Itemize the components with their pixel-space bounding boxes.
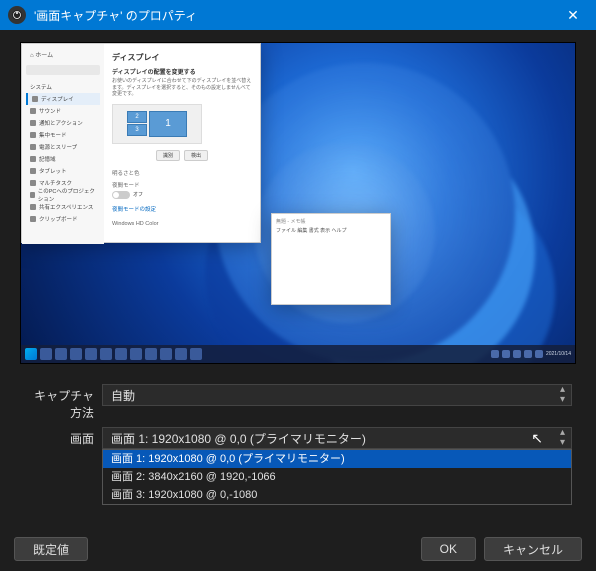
nav-display: ディスプレイ [26, 93, 100, 105]
nav-clipboard: クリップボード [26, 213, 100, 225]
detect-button: 検出 [184, 150, 208, 161]
brightness-label: 明るさと色 [112, 169, 252, 177]
taskbar: 2021/10/14 [21, 345, 575, 363]
night-link: 夜間モードの設定 [112, 205, 252, 213]
settings-title: ディスプレイ [112, 52, 252, 63]
taskbar-icon [160, 348, 172, 360]
tray-icon [491, 350, 499, 358]
nav-sound: サウンド [26, 105, 100, 117]
window-titlebar: '画面キャプチャ' のプロパティ ✕ [0, 0, 596, 30]
taskbar-icon [70, 348, 82, 360]
taskbar-icon [100, 348, 112, 360]
nav-power: 電源とスリープ [26, 141, 100, 153]
settings-subtitle: ディスプレイの配置を変更する [112, 67, 252, 76]
capture-method-select[interactable]: 自動 ▴▾ [102, 384, 572, 406]
capture-method-label: キャプチャ方法 [24, 384, 102, 421]
chevron-updown-icon: ▴▾ [560, 385, 565, 405]
screen-select[interactable]: 画面 1: 1920x1080 @ 0,0 (プライマリモニター) ▴▾ ↖ [102, 427, 572, 449]
screen-value: 画面 1: 1920x1080 @ 0,0 (プライマリモニター) [111, 430, 366, 447]
window-title: '画面キャプチャ' のプロパティ [34, 7, 558, 24]
monitor-2: 2 [127, 111, 147, 123]
settings-main: ディスプレイ ディスプレイの配置を変更する お使いのディスプレイに合わせて下のデ… [104, 44, 260, 242]
nav-notifications: 通知とアクション [26, 117, 100, 129]
nav-system: システム [26, 81, 100, 93]
taskbar-clock: 2021/10/14 [546, 351, 571, 357]
cursor-icon: ↖ [531, 430, 543, 447]
taskbar-icon [115, 348, 127, 360]
taskbar-icon [145, 348, 157, 360]
nav-project: このPCへのプロジェクション [26, 189, 100, 201]
tray-icon [535, 350, 543, 358]
obs-app-icon [8, 6, 26, 24]
taskbar-icon [130, 348, 142, 360]
nav-tablet: タブレット [26, 165, 100, 177]
taskbar-icon [40, 348, 52, 360]
hdcolor-label: Windows HD Color [112, 221, 252, 227]
settings-sidebar: ⌂ ホーム システム ディスプレイ サウンド 通知とアクション 集中モード 電源… [22, 44, 104, 244]
notepad-menu: ファイル 編集 書式 表示 ヘルプ [276, 227, 386, 234]
settings-desc: お使いのディスプレイに合わせて下のディスプレイを並べ替えます。ディスプレイを選択… [112, 78, 252, 98]
cancel-button[interactable]: キャンセル [484, 537, 582, 561]
start-icon [25, 348, 37, 360]
property-fields: キャプチャ方法 自動 ▴▾ 画面 画面 1: 1920x1080 @ 0,0 (… [12, 380, 584, 515]
ok-button[interactable]: OK [421, 537, 476, 561]
tray-icon [502, 350, 510, 358]
notepad-titlebar: 無題 - メモ帳 [276, 218, 386, 225]
capture-preview: ⌂ ホーム システム ディスプレイ サウンド 通知とアクション 集中モード 電源… [20, 42, 576, 364]
screen-option-2[interactable]: 画面 2: 3840x2160 @ 1920,-1066 [103, 468, 571, 486]
close-button[interactable]: ✕ [558, 7, 588, 24]
taskbar-icon [190, 348, 202, 360]
tray-icon [513, 350, 521, 358]
taskbar-icon [175, 348, 187, 360]
settings-user: ⌂ ホーム [26, 50, 100, 59]
nav-focus: 集中モード [26, 129, 100, 141]
taskbar-icon [85, 348, 97, 360]
settings-search [26, 65, 100, 75]
screen-dropdown-list: 画面 1: 1920x1080 @ 0,0 (プライマリモニター) 画面 2: … [102, 449, 572, 505]
chevron-updown-icon: ▴▾ [560, 428, 565, 448]
notepad-window: 無題 - メモ帳 ファイル 編集 書式 表示 ヘルプ [271, 213, 391, 305]
settings-window: ⌂ ホーム システム ディスプレイ サウンド 通知とアクション 集中モード 電源… [21, 43, 261, 243]
capture-method-value: 自動 [111, 387, 135, 404]
monitor-1: 1 [149, 111, 187, 137]
night-label: 夜間モード [112, 181, 252, 189]
system-tray: 2021/10/14 [491, 350, 571, 358]
nav-storage: 記憶域 [26, 153, 100, 165]
night-toggle [112, 191, 130, 199]
identify-button: 識別 [156, 150, 180, 161]
screen-option-3[interactable]: 画面 3: 1920x1080 @ 0,-1080 [103, 486, 571, 504]
monitor-3: 3 [127, 124, 147, 136]
screen-label: 画面 [24, 427, 102, 447]
screen-option-1[interactable]: 画面 1: 1920x1080 @ 0,0 (プライマリモニター) [103, 450, 571, 468]
tray-icon [524, 350, 532, 358]
taskbar-icon [55, 348, 67, 360]
defaults-button[interactable]: 既定値 [14, 537, 88, 561]
dialog-footer: 既定値 OK キャンセル [0, 527, 596, 571]
monitor-layout: 2 3 1 [112, 104, 202, 144]
